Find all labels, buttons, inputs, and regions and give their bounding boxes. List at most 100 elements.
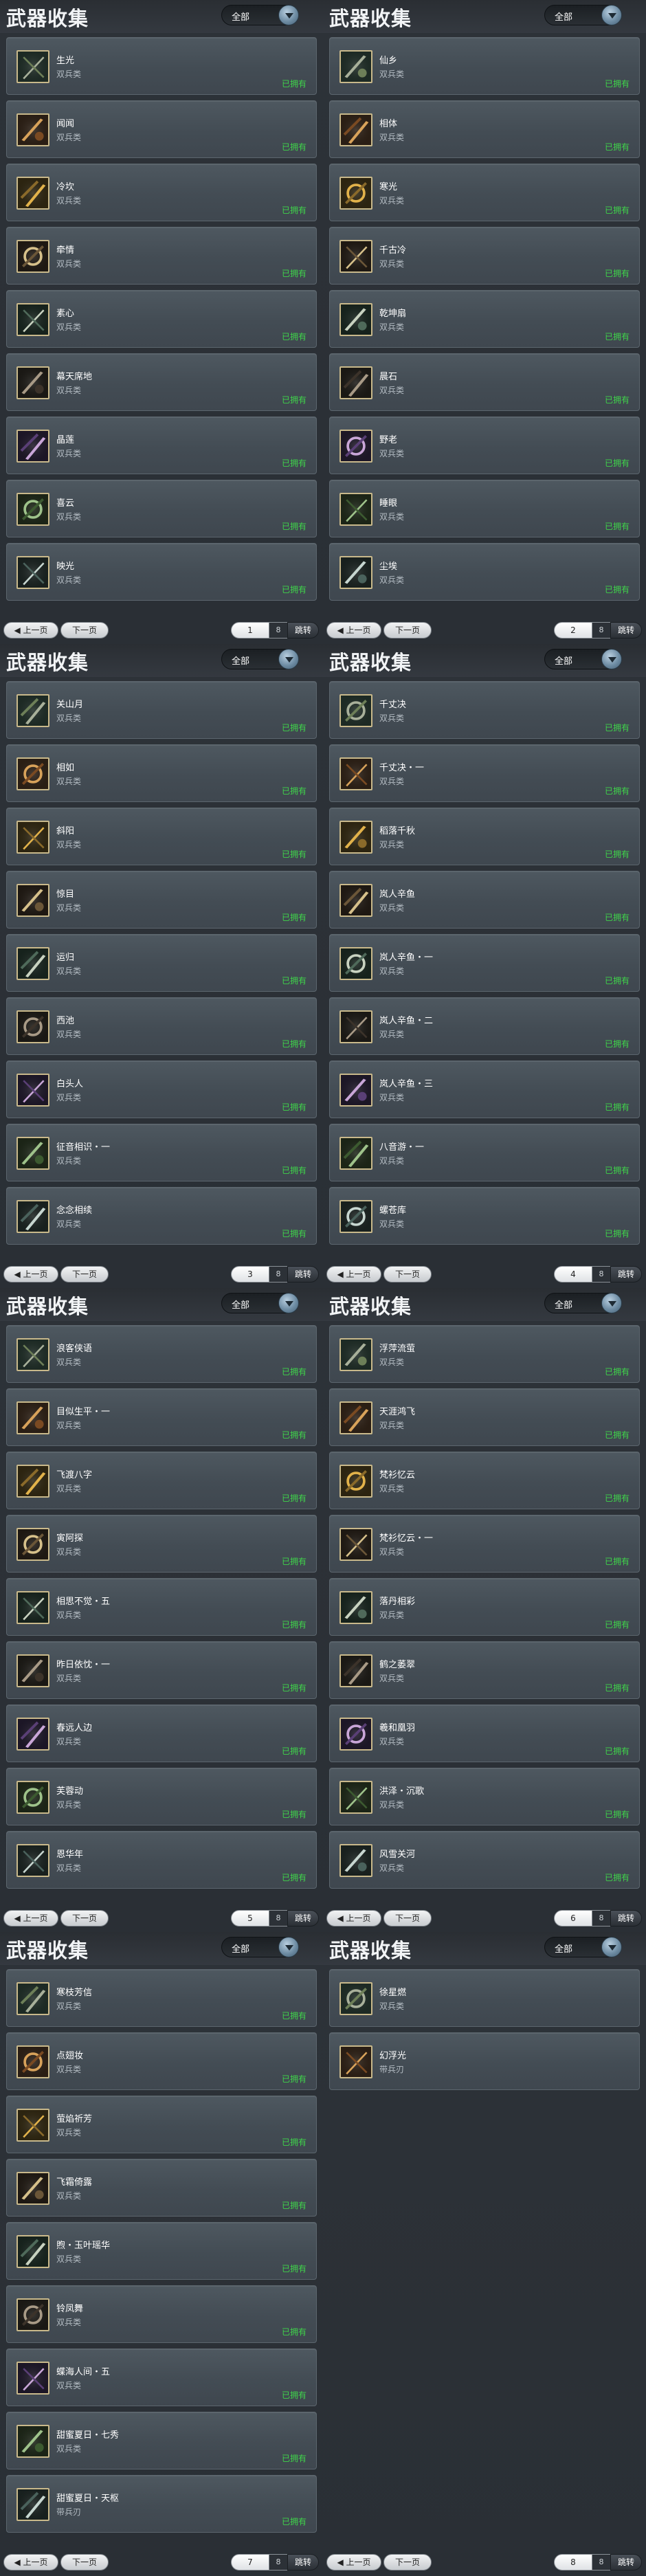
chevron-down-icon[interactable] [278, 1937, 299, 1957]
weapon-list-item[interactable]: 寒光 双兵类 已拥有 [329, 164, 640, 221]
prev-page-button[interactable]: ◀ 上一页 [326, 2554, 381, 2571]
weapon-list-item[interactable]: 岚人辛鱼・二 双兵类 已拥有 [329, 997, 640, 1055]
weapon-list-item[interactable]: 芙蓉动 双兵类 已拥有 [6, 1768, 317, 1825]
weapon-list-item[interactable]: 惊目 双兵类 已拥有 [6, 871, 317, 929]
weapon-list-item[interactable]: 运归 双兵类 已拥有 [6, 934, 317, 992]
next-page-button[interactable]: 下一页 [60, 622, 109, 639]
weapon-list-item[interactable]: 羲和凰羽 双兵类 已拥有 [329, 1705, 640, 1762]
goto-page-button[interactable]: 跳转 [287, 1910, 319, 1927]
page-number-input[interactable]: 5 [231, 1910, 269, 1927]
page-number-input[interactable]: 7 [231, 2554, 269, 2571]
weapon-list-item[interactable]: 斜阳 双兵类 已拥有 [6, 808, 317, 865]
weapon-list-item[interactable]: 千古冷 双兵类 已拥有 [329, 227, 640, 285]
weapon-list-item[interactable]: 相体 双兵类 已拥有 [329, 100, 640, 158]
weapon-list-item[interactable]: 天涯鸿飞 双兵类 已拥有 [329, 1388, 640, 1446]
weapon-list-item[interactable]: 落丹相彩 双兵类 已拥有 [329, 1578, 640, 1636]
prev-page-button[interactable]: ◀ 上一页 [326, 1266, 381, 1283]
weapon-list-item[interactable]: 梵衫忆云・一 双兵类 已拥有 [329, 1515, 640, 1573]
weapon-list-item[interactable]: 幕天席地 双兵类 已拥有 [6, 353, 317, 411]
weapon-list-item[interactable]: 闻闻 双兵类 已拥有 [6, 100, 317, 158]
weapon-list-item[interactable]: 念念相续 双兵类 已拥有 [6, 1187, 317, 1245]
next-page-button[interactable]: 下一页 [60, 1266, 109, 1283]
weapon-list-item[interactable]: 梵衫忆云 双兵类 已拥有 [329, 1452, 640, 1509]
weapon-list-item[interactable]: 铃凤舞 双兵类 已拥有 [6, 2285, 317, 2343]
weapon-list-item[interactable]: 点翅妆 双兵类 已拥有 [6, 2032, 317, 2090]
next-page-button[interactable]: 下一页 [383, 1910, 432, 1927]
goto-page-button[interactable]: 跳转 [610, 1266, 642, 1283]
weapon-list-item[interactable]: 浮萍流萤 双兵类 已拥有 [329, 1325, 640, 1383]
filter-dropdown[interactable]: 全部 [221, 649, 299, 669]
weapon-list-item[interactable]: 千丈决 双兵类 已拥有 [329, 681, 640, 739]
weapon-list-item[interactable]: 岚人辛鱼・一 双兵类 已拥有 [329, 934, 640, 992]
weapon-list-item[interactable]: 生光 双兵类 已拥有 [6, 37, 317, 95]
next-page-button[interactable]: 下一页 [383, 1266, 432, 1283]
prev-page-button[interactable]: ◀ 上一页 [3, 622, 58, 639]
weapon-list-item[interactable]: 甜蜜夏日・天枢 带兵刃 已拥有 [6, 2475, 317, 2533]
weapon-list-item[interactable]: 昨日依忱・一 双兵类 已拥有 [6, 1641, 317, 1699]
prev-page-button[interactable]: ◀ 上一页 [326, 622, 381, 639]
weapon-list-item[interactable]: 八音游・一 双兵类 已拥有 [329, 1124, 640, 1181]
weapon-list-item[interactable]: 相思不觉・五 双兵类 已拥有 [6, 1578, 317, 1636]
weapon-list-item[interactable]: 飞渡八字 双兵类 已拥有 [6, 1452, 317, 1509]
weapon-list-item[interactable]: 鹤之萎翠 双兵类 已拥有 [329, 1641, 640, 1699]
weapon-list-item[interactable]: 野老 双兵类 已拥有 [329, 417, 640, 474]
weapon-list-item[interactable]: 素心 双兵类 已拥有 [6, 290, 317, 348]
goto-page-button[interactable]: 跳转 [287, 622, 319, 639]
page-number-input[interactable]: 3 [231, 1266, 269, 1283]
goto-page-button[interactable]: 跳转 [287, 2554, 319, 2571]
page-number-input[interactable]: 6 [554, 1910, 592, 1927]
filter-dropdown[interactable]: 全部 [544, 1937, 622, 1957]
weapon-list-item[interactable]: 飞霜倚露 双兵类 已拥有 [6, 2159, 317, 2217]
prev-page-button[interactable]: ◀ 上一页 [3, 1910, 58, 1927]
weapon-list-item[interactable]: 乾坤扇 双兵类 已拥有 [329, 290, 640, 348]
weapon-list-item[interactable]: 稻落千秋 双兵类 已拥有 [329, 808, 640, 865]
prev-page-button[interactable]: ◀ 上一页 [3, 2554, 58, 2571]
filter-dropdown[interactable]: 全部 [544, 5, 622, 25]
weapon-list-item[interactable]: 千丈决・一 双兵类 已拥有 [329, 744, 640, 802]
page-number-input[interactable]: 4 [554, 1266, 592, 1283]
weapon-list-item[interactable]: 相如 双兵类 已拥有 [6, 744, 317, 802]
chevron-down-icon[interactable] [601, 1293, 622, 1313]
weapon-list-item[interactable]: 西池 双兵类 已拥有 [6, 997, 317, 1055]
weapon-list-item[interactable]: 螺苍库 双兵类 已拥有 [329, 1187, 640, 1245]
weapon-list-item[interactable]: 萤焰祈芳 双兵类 已拥有 [6, 2096, 317, 2153]
page-number-input[interactable]: 8 [554, 2554, 592, 2571]
weapon-list-item[interactable]: 幻浮光 带兵刃 [329, 2032, 640, 2090]
next-page-button[interactable]: 下一页 [383, 2554, 432, 2571]
goto-page-button[interactable]: 跳转 [610, 1910, 642, 1927]
weapon-list-item[interactable]: 睡眼 双兵类 已拥有 [329, 480, 640, 537]
weapon-list-item[interactable]: 洪泽・沉歌 双兵类 已拥有 [329, 1768, 640, 1825]
chevron-down-icon[interactable] [601, 5, 622, 25]
chevron-down-icon[interactable] [278, 5, 299, 25]
goto-page-button[interactable]: 跳转 [287, 1266, 319, 1283]
chevron-down-icon[interactable] [601, 649, 622, 669]
weapon-list-item[interactable]: 映光 双兵类 已拥有 [6, 543, 317, 601]
weapon-list-item[interactable]: 仙乡 双兵类 已拥有 [329, 37, 640, 95]
chevron-down-icon[interactable] [601, 1937, 622, 1957]
next-page-button[interactable]: 下一页 [60, 1910, 109, 1927]
page-number-input[interactable]: 1 [231, 622, 269, 639]
goto-page-button[interactable]: 跳转 [610, 2554, 642, 2571]
weapon-list-item[interactable]: 春远人边 双兵类 已拥有 [6, 1705, 317, 1762]
weapon-list-item[interactable]: 岚人辛鱼 双兵类 已拥有 [329, 871, 640, 929]
weapon-list-item[interactable]: 白头人 双兵类 已拥有 [6, 1061, 317, 1118]
next-page-button[interactable]: 下一页 [383, 622, 432, 639]
prev-page-button[interactable]: ◀ 上一页 [3, 1266, 58, 1283]
weapon-list-item[interactable]: 徐星燃 双兵类 [329, 1969, 640, 2027]
weapon-list-item[interactable]: 煦・玉叶瑶华 双兵类 已拥有 [6, 2222, 317, 2280]
goto-page-button[interactable]: 跳转 [610, 622, 642, 639]
weapon-list-item[interactable]: 征音相识・一 双兵类 已拥有 [6, 1124, 317, 1181]
weapon-list-item[interactable]: 关山月 双兵类 已拥有 [6, 681, 317, 739]
weapon-list-item[interactable]: 冷坎 双兵类 已拥有 [6, 164, 317, 221]
weapon-list-item[interactable]: 蝶海人间・五 双兵类 已拥有 [6, 2349, 317, 2406]
page-number-input[interactable]: 2 [554, 622, 592, 639]
chevron-down-icon[interactable] [278, 649, 299, 669]
prev-page-button[interactable]: ◀ 上一页 [326, 1910, 381, 1927]
filter-dropdown[interactable]: 全部 [221, 1293, 299, 1313]
filter-dropdown[interactable]: 全部 [221, 5, 299, 25]
weapon-list-item[interactable]: 恩华年 双兵类 已拥有 [6, 1831, 317, 1889]
weapon-list-item[interactable]: 风雪关河 双兵类 已拥有 [329, 1831, 640, 1889]
weapon-list-item[interactable]: 目似生平・一 双兵类 已拥有 [6, 1388, 317, 1446]
weapon-list-item[interactable]: 甜蜜夏日・七秀 双兵类 已拥有 [6, 2412, 317, 2469]
chevron-down-icon[interactable] [278, 1293, 299, 1313]
